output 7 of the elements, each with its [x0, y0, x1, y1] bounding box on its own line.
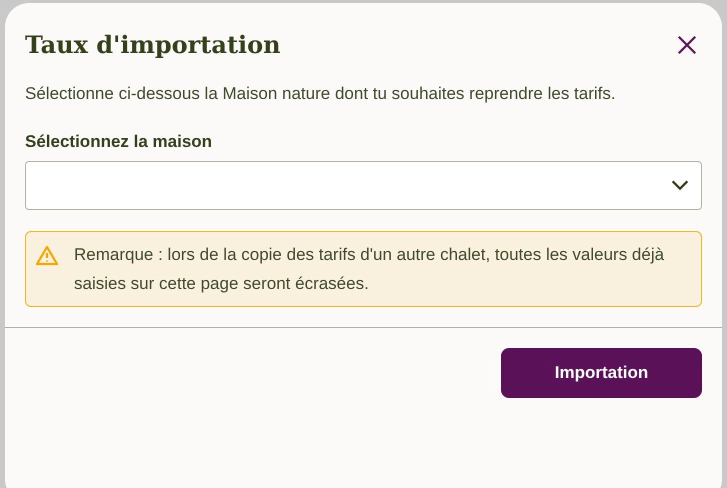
- import-button[interactable]: Importation: [501, 348, 702, 398]
- dialog-description: Sélectionne ci-dessous la Maison nature dont tu souhaites reprendre les tarifs.: [24, 83, 617, 105]
- warning-text: Remarque : lors de la copie des tarifs d'un autre chalet, toutes les valeurs déjà saisies sur cette page seront écrasées.: [74, 244, 666, 294]
- close-icon[interactable]: [676, 34, 698, 56]
- field-label: Sélectionnez la maison: [24, 131, 214, 153]
- dialog-title: Taux d'importation: [25, 29, 281, 61]
- warning-icon: [34, 244, 60, 268]
